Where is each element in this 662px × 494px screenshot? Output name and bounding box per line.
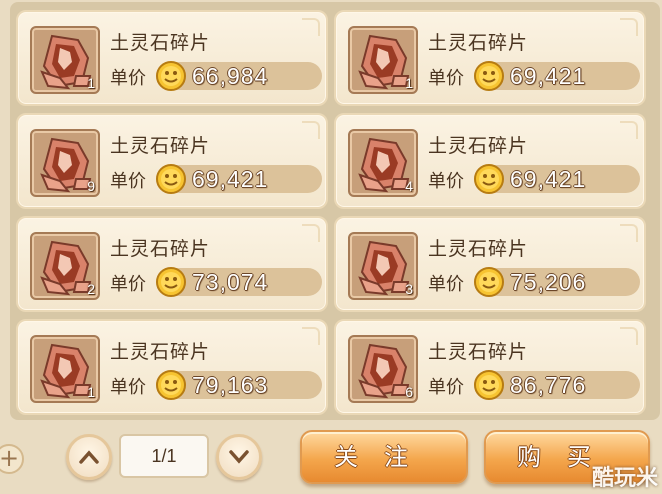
watermark: 酷玩米 bbox=[591, 466, 658, 491]
item-icon-frame: 2 bbox=[30, 232, 100, 300]
price-label: 单价 bbox=[110, 274, 146, 295]
item-icon-frame: 3 bbox=[348, 232, 418, 300]
item-icon-frame: 4 bbox=[348, 129, 418, 197]
stone-shard-icon bbox=[358, 137, 410, 193]
item-card[interactable]: 9 土灵石碎片 单价 69,421 bbox=[16, 113, 328, 209]
item-name: 土灵石碎片 bbox=[110, 32, 211, 54]
price-bar: 66,984 bbox=[156, 61, 322, 91]
gold-coin-icon bbox=[156, 61, 186, 91]
item-icon-frame: 1 bbox=[30, 26, 100, 94]
gold-coin-icon bbox=[474, 164, 504, 194]
item-quantity: 3 bbox=[405, 281, 413, 297]
gold-coin-icon bbox=[474, 370, 504, 400]
item-quantity: 4 bbox=[405, 178, 413, 194]
price-bar: 75,206 bbox=[474, 267, 640, 297]
stone-shard-icon bbox=[40, 343, 92, 399]
item-quantity: 1 bbox=[87, 384, 95, 400]
item-card[interactable]: 1 土灵石碎片 单价 69,421 bbox=[334, 10, 646, 106]
price-label: 单价 bbox=[110, 171, 146, 192]
stone-shard-icon bbox=[358, 240, 410, 296]
item-icon-frame: 1 bbox=[348, 26, 418, 94]
price-label: 单价 bbox=[428, 68, 464, 89]
item-quantity: 6 bbox=[405, 384, 413, 400]
follow-button[interactable]: 关注 bbox=[300, 430, 468, 484]
item-price: 79,163 bbox=[192, 372, 269, 398]
item-quantity: 1 bbox=[87, 75, 95, 91]
gold-coin-icon bbox=[156, 370, 186, 400]
price-bar: 69,421 bbox=[474, 61, 640, 91]
price-bar: 69,421 bbox=[474, 164, 640, 194]
price-bar: 79,163 bbox=[156, 370, 322, 400]
item-price: 86,776 bbox=[510, 372, 587, 398]
item-icon-frame: 9 bbox=[30, 129, 100, 197]
item-card[interactable]: 1 土灵石碎片 单价 79,163 bbox=[16, 319, 328, 415]
bottom-bar: + 1/1 关注 购买 酷玩米 bbox=[0, 420, 662, 494]
item-grid: 1 土灵石碎片 单价 66,984 1 土灵石碎片 单价 69,421 9 土灵… bbox=[16, 10, 646, 415]
item-price: 73,074 bbox=[192, 269, 269, 295]
item-price: 69,421 bbox=[510, 166, 587, 192]
item-icon-frame: 6 bbox=[348, 335, 418, 403]
item-price: 75,206 bbox=[510, 269, 587, 295]
price-bar: 69,421 bbox=[156, 164, 322, 194]
item-price: 69,421 bbox=[510, 63, 587, 89]
gold-coin-icon bbox=[156, 267, 186, 297]
stone-shard-icon bbox=[40, 240, 92, 296]
stone-shard-icon bbox=[358, 34, 410, 90]
item-price: 69,421 bbox=[192, 166, 269, 192]
price-label: 单价 bbox=[428, 377, 464, 398]
price-label: 单价 bbox=[110, 68, 146, 89]
item-card[interactable]: 3 土灵石碎片 单价 75,206 bbox=[334, 216, 646, 312]
plus-icon[interactable]: + bbox=[0, 444, 24, 474]
price-label: 单价 bbox=[428, 171, 464, 192]
item-name: 土灵石碎片 bbox=[110, 238, 211, 260]
item-name: 土灵石碎片 bbox=[428, 32, 529, 54]
price-bar: 86,776 bbox=[474, 370, 640, 400]
item-quantity: 9 bbox=[87, 178, 95, 194]
item-name: 土灵石碎片 bbox=[428, 135, 529, 157]
stone-shard-icon bbox=[40, 137, 92, 193]
page-down-button[interactable] bbox=[216, 434, 262, 480]
item-card[interactable]: 4 土灵石碎片 单价 69,421 bbox=[334, 113, 646, 209]
item-name: 土灵石碎片 bbox=[110, 341, 211, 363]
item-quantity: 2 bbox=[87, 281, 95, 297]
price-label: 单价 bbox=[110, 377, 146, 398]
item-card[interactable]: 2 土灵石碎片 单价 73,074 bbox=[16, 216, 328, 312]
stone-shard-icon bbox=[40, 34, 92, 90]
page-indicator: 1/1 bbox=[119, 434, 209, 478]
gold-coin-icon bbox=[156, 164, 186, 194]
item-name: 土灵石碎片 bbox=[110, 135, 211, 157]
page-up-button[interactable] bbox=[66, 434, 112, 480]
price-bar: 73,074 bbox=[156, 267, 322, 297]
stone-shard-icon bbox=[358, 343, 410, 399]
item-icon-frame: 1 bbox=[30, 335, 100, 403]
item-price: 66,984 bbox=[192, 63, 269, 89]
item-name: 土灵石碎片 bbox=[428, 341, 529, 363]
chevron-down-icon bbox=[229, 450, 249, 464]
item-quantity: 1 bbox=[405, 75, 413, 91]
item-card[interactable]: 1 土灵石碎片 单价 66,984 bbox=[16, 10, 328, 106]
item-card[interactable]: 6 土灵石碎片 单价 86,776 bbox=[334, 319, 646, 415]
chevron-up-icon bbox=[79, 450, 99, 464]
gold-coin-icon bbox=[474, 61, 504, 91]
item-name: 土灵石碎片 bbox=[428, 238, 529, 260]
gold-coin-icon bbox=[474, 267, 504, 297]
price-label: 单价 bbox=[428, 274, 464, 295]
